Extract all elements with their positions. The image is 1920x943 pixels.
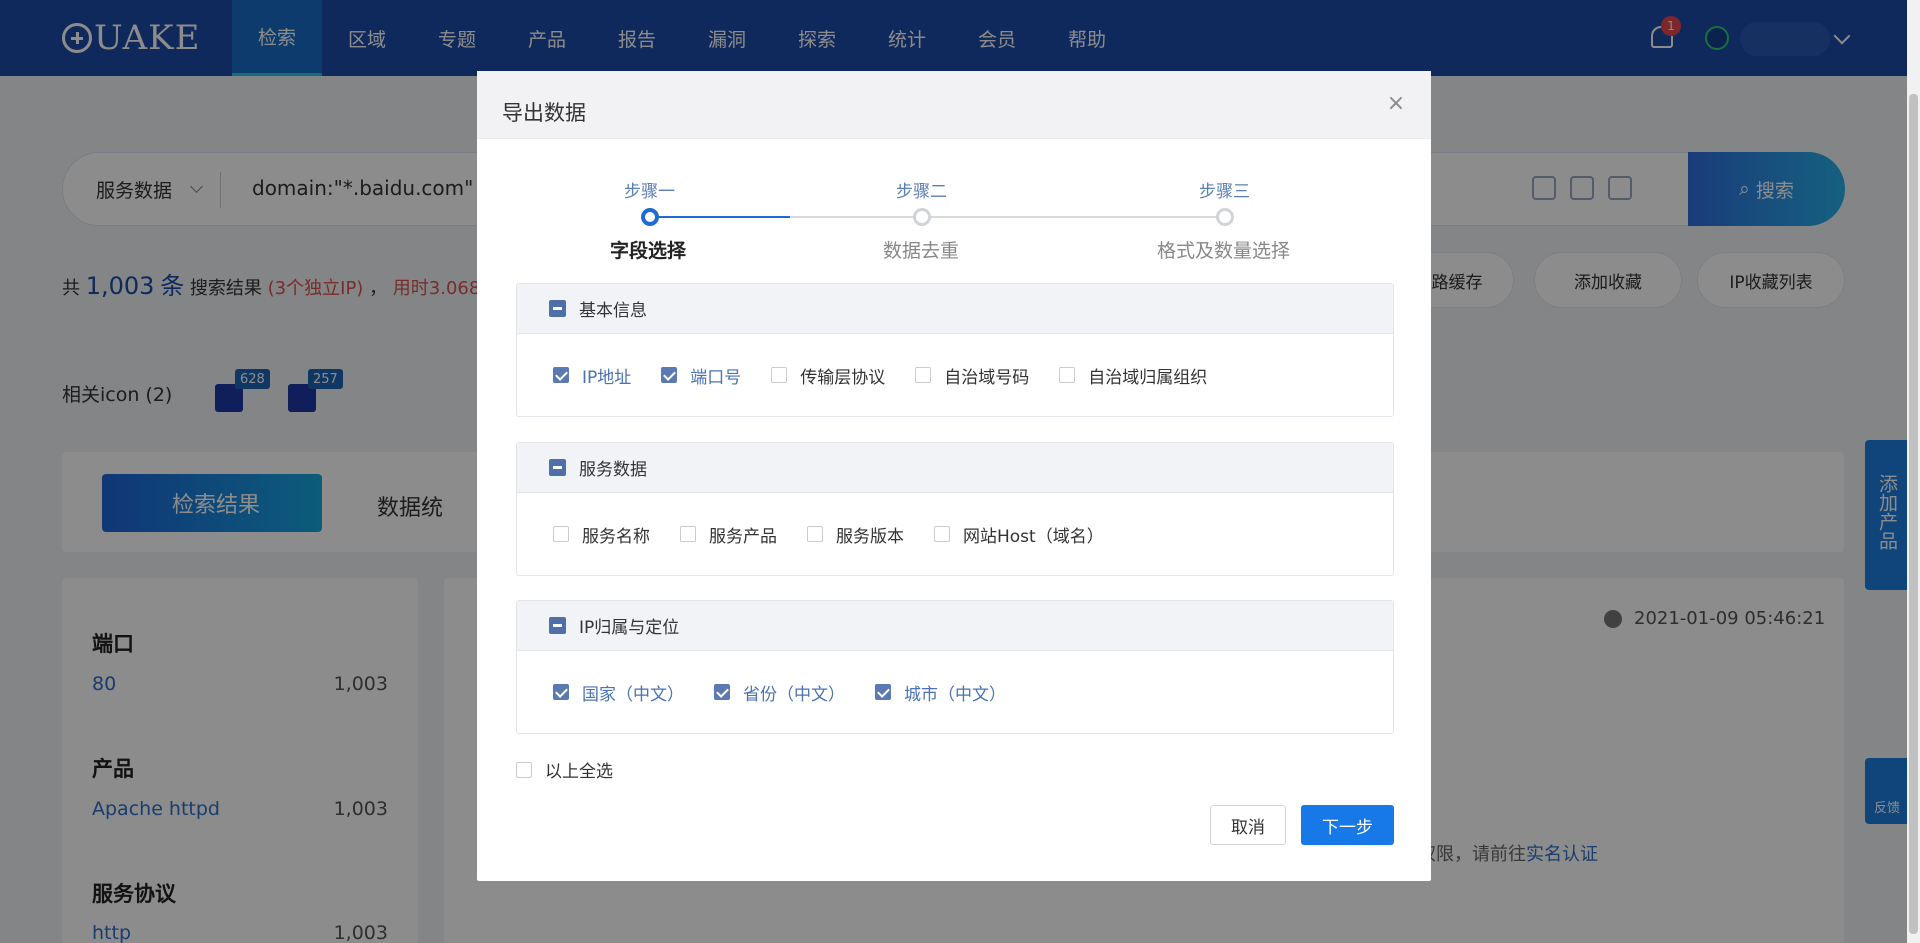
field-label: 传输层协议 — [800, 367, 886, 388]
field-transport-protocol[interactable]: 传输层协议 — [771, 363, 885, 388]
section-basic-info: 基本信息 IP地址 端口号 传输层协议 自治域号码 自治域归属组织 — [516, 283, 1394, 417]
section-header[interactable]: 服务数据 — [517, 443, 1393, 493]
section-body: IP地址 端口号 传输层协议 自治域号码 自治域归属组织 — [517, 334, 1393, 416]
field-service-name[interactable]: 服务名称 — [553, 522, 650, 547]
step-1-name: 字段选择 — [610, 240, 687, 262]
field-province[interactable]: 省份（中文） — [714, 680, 845, 705]
select-all-checkbox[interactable]: 以上全选 — [516, 757, 613, 782]
collapse-minus-icon[interactable] — [549, 617, 566, 634]
field-ip-address[interactable]: IP地址 — [553, 363, 631, 388]
checkbox[interactable] — [553, 684, 569, 700]
section-title: IP归属与定位 — [579, 618, 680, 638]
checkbox[interactable] — [771, 367, 788, 383]
collapse-minus-icon[interactable] — [549, 300, 566, 317]
step-2-dot — [913, 208, 931, 226]
step-3-name: 格式及数量选择 — [1157, 240, 1291, 262]
field-label: 城市（中文） — [904, 684, 1006, 705]
step-progress-remaining — [790, 216, 1222, 218]
checkbox[interactable] — [553, 526, 569, 542]
step-3-dot — [1216, 208, 1234, 226]
field-label: 自治域归属组织 — [1088, 367, 1208, 388]
field-label: 国家（中文） — [582, 684, 684, 705]
checkbox[interactable] — [516, 761, 532, 778]
field-label: 服务产品 — [709, 526, 777, 547]
checkbox[interactable] — [553, 367, 569, 383]
modal-header: 导出数据 × — [477, 71, 1431, 139]
checkbox[interactable] — [915, 367, 932, 383]
field-label: 服务版本 — [836, 526, 904, 547]
step-2-name: 数据去重 — [883, 240, 960, 262]
section-title: 服务数据 — [579, 460, 647, 480]
close-icon[interactable]: × — [1385, 93, 1407, 115]
select-all-label: 以上全选 — [545, 762, 613, 782]
checkbox[interactable] — [680, 526, 696, 542]
field-as-org[interactable]: 自治域归属组织 — [1059, 363, 1207, 388]
checkbox[interactable] — [1059, 367, 1076, 383]
field-service-product[interactable]: 服务产品 — [680, 522, 777, 547]
step-1-dot — [641, 208, 659, 226]
checkbox[interactable] — [661, 367, 678, 383]
step-2-label: 步骤二 — [896, 182, 947, 202]
checkbox[interactable] — [714, 684, 730, 700]
checkbox[interactable] — [934, 526, 950, 542]
field-label: IP地址 — [582, 367, 632, 388]
step-progress-done — [650, 216, 790, 218]
step-1-label: 步骤一 — [624, 182, 675, 202]
section-title: 基本信息 — [579, 301, 647, 321]
field-label: 端口号 — [690, 367, 742, 388]
checkbox[interactable] — [875, 684, 891, 700]
field-city[interactable]: 城市（中文） — [875, 680, 1006, 705]
field-country[interactable]: 国家（中文） — [553, 680, 684, 705]
field-website-host[interactable]: 网站Host（域名） — [934, 522, 1104, 547]
section-header[interactable]: IP归属与定位 — [517, 601, 1393, 651]
section-ip-location: IP归属与定位 国家（中文） 省份（中文） 城市（中文） — [516, 600, 1394, 734]
checkbox[interactable] — [807, 526, 823, 542]
cancel-button[interactable]: 取消 — [1210, 805, 1286, 845]
collapse-minus-icon[interactable] — [549, 459, 566, 476]
field-port[interactable]: 端口号 — [661, 363, 741, 388]
field-label: 服务名称 — [582, 526, 650, 547]
modal-title: 导出数据 — [502, 101, 586, 125]
section-service-data: 服务数据 服务名称 服务产品 服务版本 网站Host（域名） — [516, 442, 1394, 576]
field-service-version[interactable]: 服务版本 — [807, 522, 904, 547]
section-body: 服务名称 服务产品 服务版本 网站Host（域名） — [517, 493, 1393, 575]
field-label: 网站Host（域名） — [963, 526, 1104, 547]
field-asn[interactable]: 自治域号码 — [915, 363, 1029, 388]
section-body: 国家（中文） 省份（中文） 城市（中文） — [517, 651, 1393, 733]
page-scroll-thumb[interactable] — [1909, 94, 1918, 934]
next-step-button[interactable]: 下一步 — [1301, 805, 1394, 845]
field-label: 省份（中文） — [743, 684, 845, 705]
step-3-label: 步骤三 — [1199, 182, 1250, 202]
export-data-modal: 导出数据 × 步骤一 步骤二 步骤三 字段选择 数据去重 格式及数量选择 基本信… — [477, 71, 1431, 881]
section-header[interactable]: 基本信息 — [517, 284, 1393, 334]
field-label: 自治域号码 — [944, 367, 1030, 388]
